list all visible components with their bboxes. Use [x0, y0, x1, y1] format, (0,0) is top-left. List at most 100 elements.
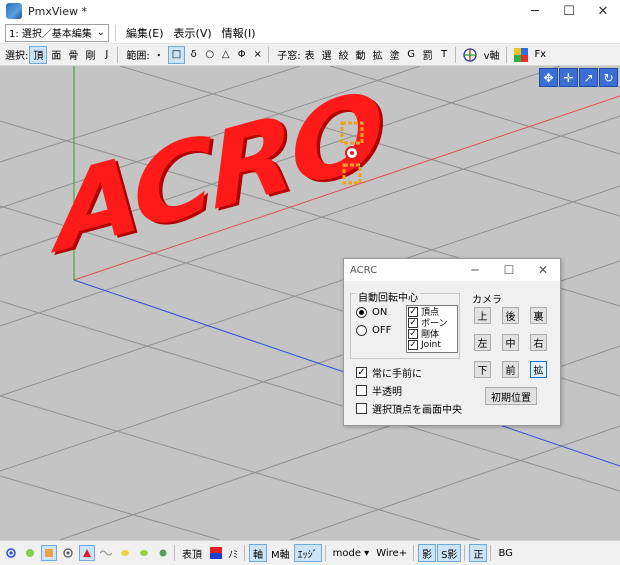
- mode-select[interactable]: 1: 選択／基本編集 ⌄: [5, 23, 109, 42]
- check-joint[interactable]: ✓ Joint: [408, 339, 457, 350]
- background-button[interactable]: BG: [495, 544, 515, 562]
- always-front-checkbox[interactable]: ✓: [356, 367, 367, 378]
- rotation-target-list: ✓ 頂点 ✓ ボーン ✓ 剛体 ✓ Joint: [406, 305, 458, 353]
- menu-info[interactable]: 情報(I): [222, 25, 256, 41]
- select-joint-button[interactable]: J: [99, 46, 114, 64]
- vaxis-button[interactable]: v軸: [481, 46, 503, 64]
- camera-top-button[interactable]: 上: [474, 307, 491, 324]
- red-blue-square-icon[interactable]: [208, 545, 224, 561]
- self-shadow-toggle-button[interactable]: S影: [437, 544, 462, 562]
- range-delta-button[interactable]: δ: [186, 46, 201, 64]
- range-rect-button[interactable]: □: [167, 45, 186, 64]
- check-bone-box[interactable]: ✓: [408, 317, 418, 328]
- dialog-close-button[interactable]: ✕: [526, 259, 560, 281]
- camera-front-button[interactable]: 前: [502, 361, 519, 378]
- maximize-button[interactable]: ☐: [552, 0, 586, 22]
- menu-view[interactable]: 表示(V): [174, 25, 212, 41]
- camera-right-button[interactable]: 右: [530, 334, 547, 351]
- camera-bottom-button[interactable]: 下: [474, 361, 491, 378]
- camera-zoom-button[interactable]: 拡: [530, 361, 547, 378]
- camera-left-button[interactable]: 左: [474, 334, 491, 351]
- statusbar-separator: [244, 545, 245, 561]
- statusbar-separator: [413, 545, 415, 561]
- radio-off[interactable]: OFF: [356, 325, 391, 336]
- camera-label: カメラ: [472, 295, 502, 306]
- green-sparkle-icon[interactable]: [22, 545, 38, 561]
- statusbar-separator: [324, 545, 326, 561]
- select-vertex-button[interactable]: 頂: [29, 45, 48, 64]
- subwindow-filter-button[interactable]: 絞: [336, 46, 352, 64]
- subwindow-select-button[interactable]: 選: [319, 46, 335, 64]
- select-rigid-button[interactable]: 剛: [82, 46, 98, 64]
- range-triangle-button[interactable]: △: [218, 46, 233, 64]
- axis-toggle-button[interactable]: 軸: [249, 544, 267, 562]
- camera-center-button[interactable]: 中: [502, 334, 519, 351]
- center-selected-checkbox[interactable]: [356, 403, 367, 414]
- wire-plus-button[interactable]: Wire+: [373, 544, 410, 562]
- wave-icon[interactable]: [98, 545, 114, 561]
- option-always-front[interactable]: ✓ 常に手前に: [356, 365, 422, 380]
- target-icon[interactable]: [60, 545, 76, 561]
- subwindow-table-button[interactable]: 表: [302, 46, 318, 64]
- orange-square-icon[interactable]: [41, 545, 57, 561]
- subwindow-t-button[interactable]: T: [437, 46, 452, 64]
- red-triangle-icon[interactable]: [79, 545, 95, 561]
- range-circle-button[interactable]: ○: [202, 46, 217, 64]
- dialog-title: ACRC: [350, 264, 378, 276]
- minimize-button[interactable]: ─: [518, 0, 552, 22]
- table-vertex-button[interactable]: 表頂: [179, 544, 205, 562]
- menu-edit[interactable]: 編集(E): [126, 25, 164, 41]
- color-grid-icon[interactable]: [511, 46, 531, 64]
- green-leaf-icon[interactable]: [136, 545, 152, 561]
- subwindow-scale-button[interactable]: 拡: [370, 46, 386, 64]
- check-rigid-box[interactable]: ✓: [408, 328, 418, 339]
- menu-bar: 1: 選択／基本編集 ⌄ 編集(E) 表示(V) 情報(I): [0, 22, 620, 44]
- move-view-icon[interactable]: ✥: [539, 68, 558, 87]
- radio-off-indicator[interactable]: [356, 325, 367, 336]
- yellow-leaf-icon[interactable]: [117, 545, 133, 561]
- m-axis-button[interactable]: M軸: [268, 544, 293, 562]
- subwindow-label: 子窓:: [277, 51, 301, 62]
- mode-dropdown[interactable]: mode ▾: [330, 544, 373, 562]
- subwindow-penalty-button[interactable]: 罰: [420, 46, 436, 64]
- check-joint-box[interactable]: ✓: [408, 339, 418, 350]
- auto-rotation-label: 自動回転中心: [356, 289, 420, 304]
- pan-view-icon[interactable]: ✛: [559, 68, 578, 87]
- check-vertex-box[interactable]: ✓: [408, 306, 418, 317]
- radio-on-indicator[interactable]: [356, 307, 367, 318]
- vertex-dot-icon[interactable]: [3, 545, 19, 561]
- toolbar-separator: [454, 46, 456, 63]
- fx-button[interactable]: Fx: [532, 46, 550, 64]
- axis-icon[interactable]: [460, 46, 480, 64]
- select-face-button[interactable]: 面: [48, 46, 64, 64]
- check-rigid[interactable]: ✓ 剛体: [408, 328, 457, 340]
- range-point-button[interactable]: ・: [151, 46, 167, 64]
- rotate-view-icon[interactable]: ↻: [599, 68, 618, 87]
- zoom-view-icon[interactable]: ↗: [579, 68, 598, 87]
- select-bone-button[interactable]: 骨: [65, 46, 81, 64]
- subwindow-paint-button[interactable]: 塗: [387, 46, 403, 64]
- green-spot-icon[interactable]: [155, 545, 171, 561]
- edge-toggle-button[interactable]: ｴｯｼﾞ: [293, 544, 322, 562]
- camera-reverse-button[interactable]: 裏: [530, 307, 547, 324]
- range-clear-button[interactable]: ×: [250, 46, 265, 64]
- dialog-maximize-button[interactable]: ☐: [492, 259, 526, 281]
- ortho-toggle-button[interactable]: 正: [469, 544, 488, 562]
- nomi-button[interactable]: ﾉﾐ: [225, 544, 241, 562]
- subwindow-move-button[interactable]: 動: [353, 46, 369, 64]
- range-phi-button[interactable]: Φ: [234, 46, 249, 64]
- radio-off-label: OFF: [372, 325, 392, 336]
- range-label: 範囲:: [126, 51, 150, 62]
- option-translucent[interactable]: 半透明: [356, 383, 402, 398]
- translucent-checkbox[interactable]: [356, 385, 367, 396]
- acrc-dialog: ACRC ─ ☐ ✕ 自動回転中心 ON OFF ✓ 頂点 ✓ ボーン ✓ 剛体 ✓ J…: [343, 258, 561, 426]
- shadow-toggle-button[interactable]: 影: [418, 544, 437, 562]
- dialog-minimize-button[interactable]: ─: [458, 259, 492, 281]
- camera-back-button[interactable]: 後: [502, 307, 519, 324]
- option-center-selected[interactable]: 選択頂点を画面中央: [356, 401, 462, 416]
- radio-on[interactable]: ON: [356, 307, 387, 318]
- main-toolbar: 選択: 頂 面 骨 剛 J 範囲: ・ □ δ ○ △ Φ × 子窓: 表 選 …: [0, 44, 620, 66]
- reset-position-button[interactable]: 初期位置: [485, 387, 537, 405]
- close-button[interactable]: ✕: [586, 0, 620, 22]
- subwindow-group-button[interactable]: G: [404, 46, 419, 64]
